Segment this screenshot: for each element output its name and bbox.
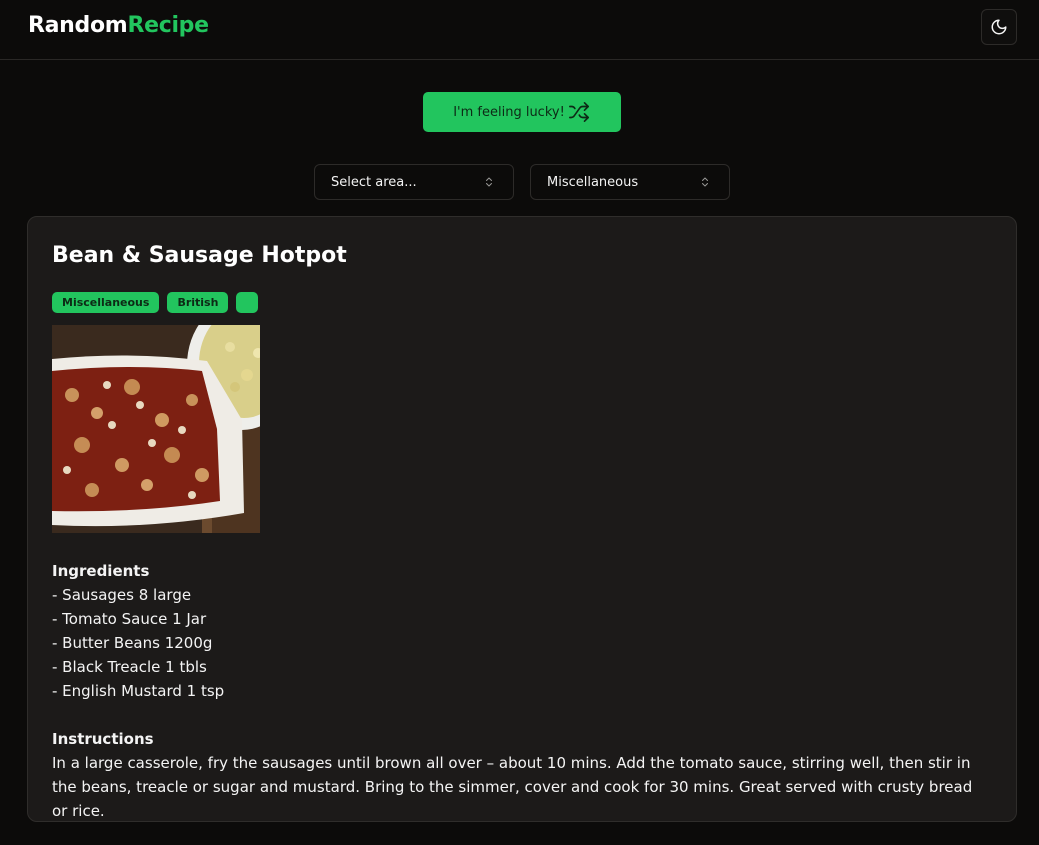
recipe-title: Bean & Sausage Hotpot xyxy=(52,243,347,268)
recipe-card: Bean & Sausage Hotpot Miscellaneous Brit… xyxy=(27,216,1017,822)
ingredient-item: - Sausages 8 large xyxy=(52,586,192,604)
feeling-lucky-button[interactable]: I'm feeling lucky! xyxy=(423,92,621,132)
instructions-heading: Instructions xyxy=(52,730,154,748)
area-select-value: Select area... xyxy=(331,174,417,190)
chevron-up-down-icon xyxy=(486,177,492,187)
tag-empty xyxy=(236,292,259,313)
app-header: RandomRecipe xyxy=(0,0,1039,60)
logo-text-random: Random xyxy=(28,13,128,38)
tag-area: British xyxy=(167,292,229,313)
logo-text-recipe: Recipe xyxy=(127,13,209,38)
recipe-image xyxy=(52,325,260,533)
area-select[interactable]: Select area... xyxy=(314,164,514,200)
tag-category: Miscellaneous xyxy=(52,292,160,313)
theme-toggle-button[interactable] xyxy=(981,9,1017,45)
instructions-text: In a large casserole, fry the sausages u… xyxy=(52,754,973,820)
shuffle-icon xyxy=(568,102,589,122)
category-select[interactable]: Miscellaneous xyxy=(530,164,730,200)
app-logo[interactable]: RandomRecipe xyxy=(28,13,209,38)
feeling-lucky-label: I'm feeling lucky! xyxy=(453,104,565,120)
ingredient-item: - Black Treacle 1 tbls xyxy=(52,658,207,676)
category-select-value: Miscellaneous xyxy=(547,174,639,190)
ingredient-item: - English Mustard 1 tsp xyxy=(52,682,225,700)
recipe-tags: Miscellaneous British xyxy=(52,292,259,313)
ingredients-section: Ingredients - Sausages 8 large - Tomato … xyxy=(52,559,224,703)
ingredient-item: - Tomato Sauce 1 Jar xyxy=(52,610,207,628)
ingredient-item: - Butter Beans 1200g xyxy=(52,634,213,652)
instructions-section: Instructions In a large casserole, fry t… xyxy=(52,727,982,823)
chevron-up-down-icon xyxy=(702,177,708,187)
moon-icon xyxy=(991,19,1007,35)
ingredients-heading: Ingredients xyxy=(52,562,150,580)
